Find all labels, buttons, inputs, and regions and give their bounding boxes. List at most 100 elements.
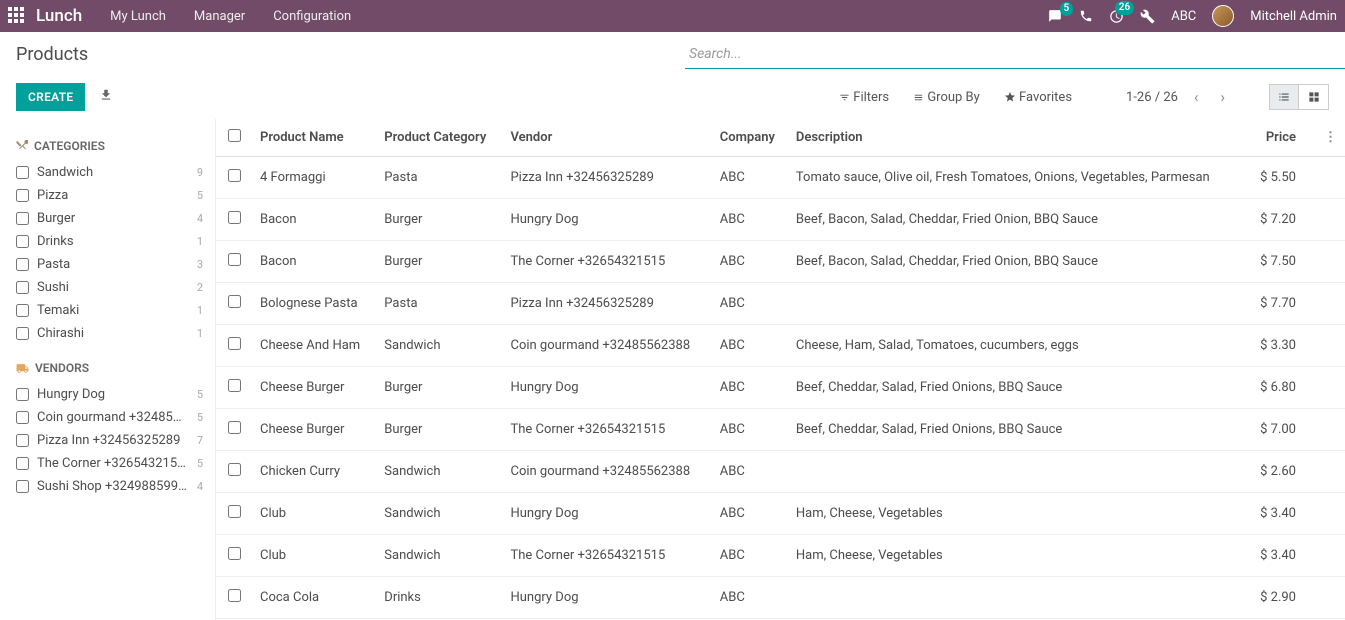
- filter-checkbox[interactable]: [16, 281, 29, 294]
- select-all-checkbox[interactable]: [228, 129, 241, 142]
- nav-my-lunch[interactable]: My Lunch: [110, 9, 166, 24]
- apps-icon[interactable]: [8, 7, 26, 25]
- filter-checkbox[interactable]: [16, 457, 29, 470]
- cell-description: Ham, Cheese, Vegetables: [788, 535, 1248, 577]
- row-checkbox[interactable]: [228, 589, 241, 602]
- filter-checkbox[interactable]: [16, 189, 29, 202]
- filter-checkbox[interactable]: [16, 304, 29, 317]
- row-checkbox[interactable]: [228, 253, 241, 266]
- sidebar-item-category[interactable]: Burger4: [16, 207, 203, 230]
- table-row[interactable]: Cheese And HamSandwichCoin gourmand +324…: [216, 325, 1345, 367]
- sidebar-item-category[interactable]: Sandwich9: [16, 161, 203, 184]
- filter-checkbox[interactable]: [16, 235, 29, 248]
- th-description[interactable]: Description: [788, 119, 1248, 157]
- table-row[interactable]: Cheese BurgerBurgerThe Corner +326543215…: [216, 409, 1345, 451]
- row-checkbox[interactable]: [228, 421, 241, 434]
- sidebar-item-vendor[interactable]: Coin gourmand +324855... 5: [16, 406, 203, 429]
- cell-price: $ 3.40: [1248, 535, 1316, 577]
- sidebar-item-category[interactable]: Chirashi1: [16, 322, 203, 345]
- sidebar-item-category[interactable]: Pizza5: [16, 184, 203, 207]
- cell-options: [1316, 409, 1345, 451]
- filter-count: 5: [197, 411, 203, 424]
- sidebar-item-vendor[interactable]: Hungry Dog5: [16, 383, 203, 406]
- cell-company: ABC: [712, 577, 788, 619]
- cell-category: Sandwich: [376, 325, 502, 367]
- nav-configuration[interactable]: Configuration: [273, 9, 351, 24]
- cell-company: ABC: [712, 283, 788, 325]
- filter-label: Coin gourmand +324855...: [37, 410, 187, 425]
- nav-manager[interactable]: Manager: [194, 9, 245, 24]
- list-view-button[interactable]: [1269, 84, 1299, 110]
- filter-checkbox[interactable]: [16, 480, 29, 493]
- pager-prev[interactable]: ‹: [1188, 86, 1205, 108]
- cell-company: ABC: [712, 157, 788, 199]
- tools-icon[interactable]: [1140, 9, 1155, 24]
- sidebar-item-vendor[interactable]: Sushi Shop +324988599...4: [16, 475, 203, 498]
- group-by-button[interactable]: Group By: [913, 90, 980, 105]
- activity-icon[interactable]: 26: [1109, 8, 1124, 23]
- filter-checkbox[interactable]: [16, 212, 29, 225]
- phone-icon[interactable]: [1079, 9, 1093, 23]
- vendors-header: VENDORS: [16, 361, 203, 375]
- table-row[interactable]: BaconBurgerThe Corner +32654321515ABCBee…: [216, 241, 1345, 283]
- user-name[interactable]: Mitchell Admin: [1250, 9, 1337, 24]
- row-checkbox[interactable]: [228, 463, 241, 476]
- cell-name: Club: [252, 535, 376, 577]
- table-row[interactable]: BaconBurgerHungry DogABCBeef, Bacon, Sal…: [216, 199, 1345, 241]
- messages-icon[interactable]: 5: [1047, 9, 1063, 24]
- sidebar-item-vendor[interactable]: The Corner +326543215...5: [16, 452, 203, 475]
- row-checkbox[interactable]: [228, 379, 241, 392]
- cell-category: Pasta: [376, 283, 502, 325]
- pager-next[interactable]: ›: [1214, 86, 1231, 108]
- sidebar-item-category[interactable]: Sushi2: [16, 276, 203, 299]
- import-icon[interactable]: [99, 88, 113, 106]
- th-category[interactable]: Product Category: [376, 119, 502, 157]
- th-name[interactable]: Product Name: [252, 119, 376, 157]
- cell-name: Cheese And Ham: [252, 325, 376, 367]
- sidebar-item-category[interactable]: Drinks1: [16, 230, 203, 253]
- row-checkbox[interactable]: [228, 505, 241, 518]
- page-title: Products: [16, 44, 88, 65]
- row-checkbox[interactable]: [228, 169, 241, 182]
- filter-checkbox[interactable]: [16, 388, 29, 401]
- filter-checkbox[interactable]: [16, 411, 29, 424]
- table-row[interactable]: ClubSandwichThe Corner +32654321515ABCHa…: [216, 535, 1345, 577]
- filter-label: The Corner +326543215...: [37, 456, 187, 471]
- filters-button[interactable]: Filters: [839, 90, 889, 105]
- table-row[interactable]: Cheese BurgerBurgerHungry DogABCBeef, Ch…: [216, 367, 1345, 409]
- sidebar-item-category[interactable]: Pasta3: [16, 253, 203, 276]
- filter-count: 1: [197, 304, 203, 317]
- kanban-view-button[interactable]: [1299, 84, 1329, 110]
- filter-checkbox[interactable]: [16, 327, 29, 340]
- filter-label: Pizza: [37, 188, 68, 203]
- filter-count: 4: [197, 480, 203, 493]
- table-row[interactable]: 4 FormaggiPastaPizza Inn +32456325289ABC…: [216, 157, 1345, 199]
- row-checkbox[interactable]: [228, 337, 241, 350]
- cell-options: [1316, 577, 1345, 619]
- table-row[interactable]: Chicken CurrySandwichCoin gourmand +3248…: [216, 451, 1345, 493]
- favorites-button[interactable]: Favorites: [1004, 90, 1072, 105]
- th-options[interactable]: ⋮: [1316, 119, 1345, 157]
- filter-checkbox[interactable]: [16, 434, 29, 447]
- search-input[interactable]: [685, 40, 1345, 69]
- row-checkbox[interactable]: [228, 295, 241, 308]
- filter-bar: Filters Group By Favorites 1-26 / 26 ‹ ›: [839, 84, 1329, 110]
- table-row[interactable]: ClubSandwichHungry DogABCHam, Cheese, Ve…: [216, 493, 1345, 535]
- table-row[interactable]: Bolognese PastaPastaPizza Inn +324563252…: [216, 283, 1345, 325]
- filter-checkbox[interactable]: [16, 258, 29, 271]
- row-checkbox[interactable]: [228, 211, 241, 224]
- sidebar-item-vendor[interactable]: Pizza Inn +324563252897: [16, 429, 203, 452]
- th-vendor[interactable]: Vendor: [502, 119, 711, 157]
- filter-checkbox[interactable]: [16, 166, 29, 179]
- row-checkbox[interactable]: [228, 547, 241, 560]
- company-switcher[interactable]: ABC: [1171, 9, 1196, 24]
- th-company[interactable]: Company: [712, 119, 788, 157]
- cell-price: $ 2.90: [1248, 577, 1316, 619]
- app-title[interactable]: Lunch: [36, 6, 82, 26]
- th-price[interactable]: Price: [1248, 119, 1316, 157]
- table-row[interactable]: Coca ColaDrinksHungry DogABC$ 2.90: [216, 577, 1345, 619]
- sidebar-item-category[interactable]: Temaki1: [16, 299, 203, 322]
- create-button[interactable]: CREATE: [16, 83, 85, 111]
- categories-header: CATEGORIES: [16, 139, 203, 153]
- avatar[interactable]: [1212, 5, 1234, 27]
